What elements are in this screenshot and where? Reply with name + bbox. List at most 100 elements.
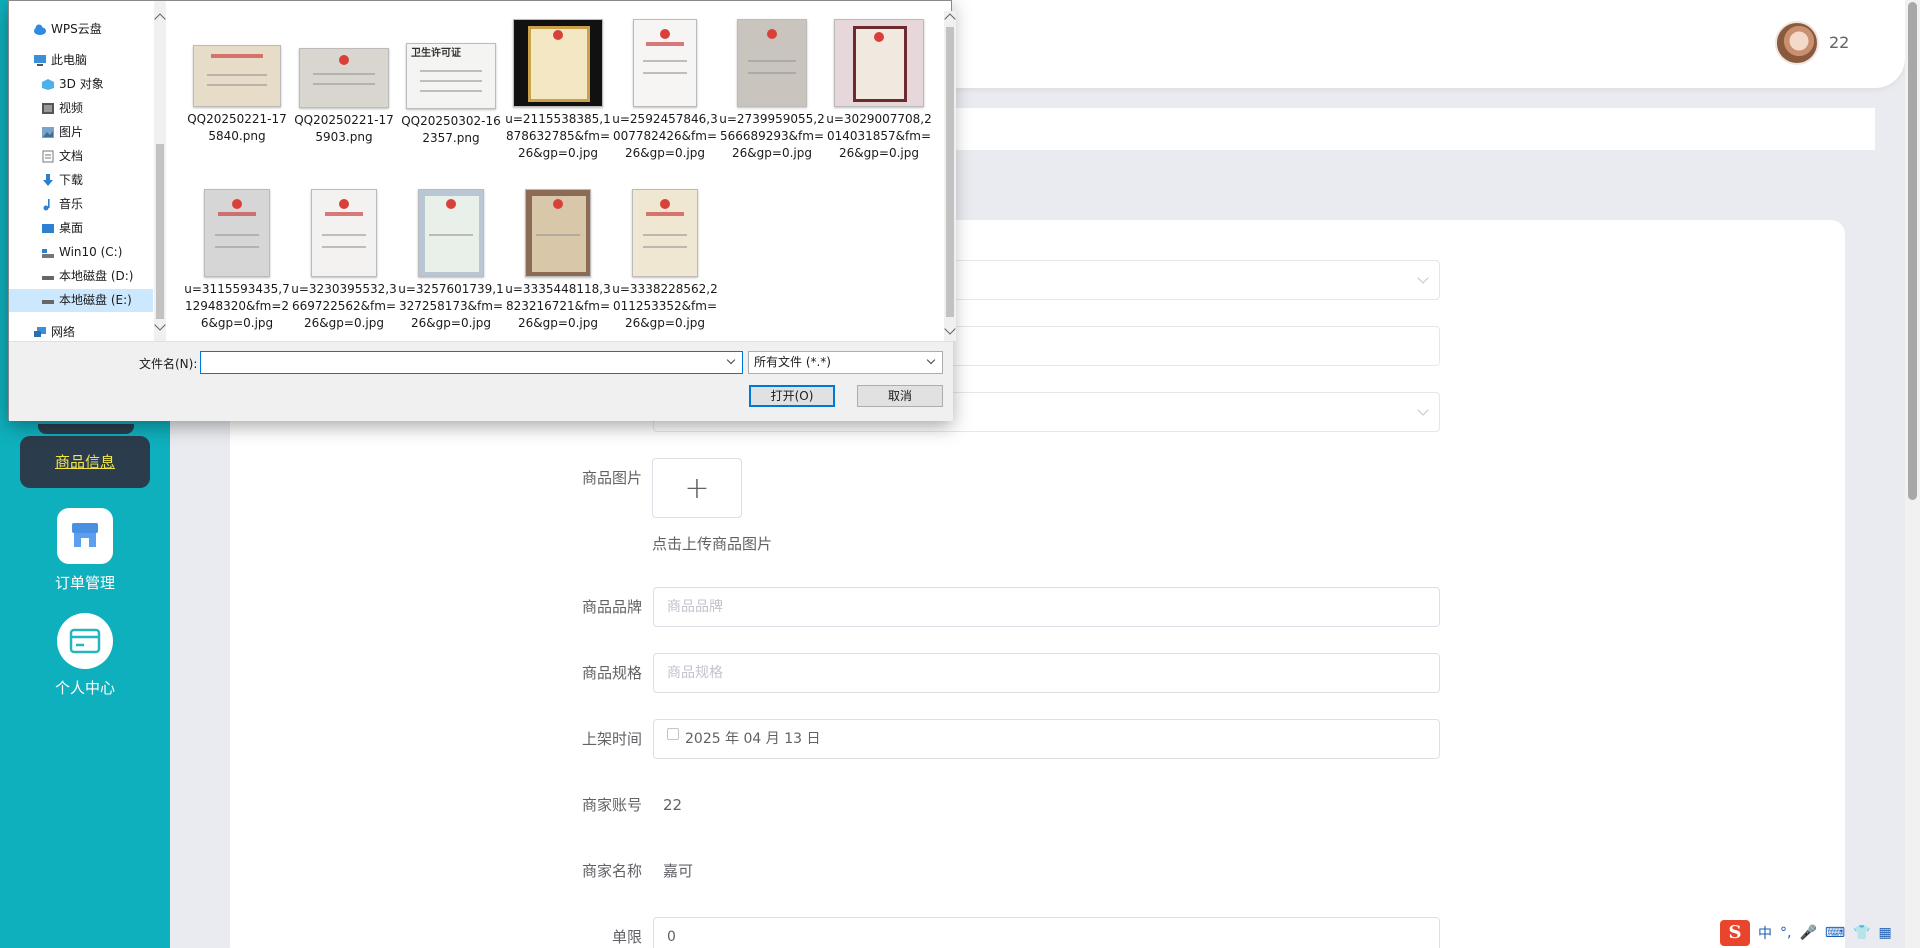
file-list: QQ20250221-175840.png QQ20250221-175903.… [174,13,939,339]
spec-label: 商品规格 [581,664,642,682]
file-name: u=2592457846,3007782426&fm=26&gp=0.jpg [612,112,718,160]
drive-icon [42,300,54,304]
file-name: u=2115538385,1878632785&fm=26&gp=0.jpg [505,112,611,160]
sidebar-item-previous[interactable] [38,424,134,434]
file-name: u=3115593435,712948320&fm=26&gp=0.jpg [184,282,290,330]
file-item[interactable]: u=3230395532,3669722562&fm=26&gp=0.jpg [291,189,397,332]
card-icon [57,613,113,669]
file-item[interactable]: u=2739959055,2566689293&fm=26&gp=0.jpg [719,19,825,162]
limit-row: 单限 0 [560,917,1440,948]
merchant-row: 商家名称 嘉可 [560,851,1440,891]
nav-item-this-pc[interactable]: 此电脑 [9,49,153,72]
scroll-up-icon[interactable] [154,13,166,25]
nav-item-drive-d[interactable]: 本地磁盘 (D:) [9,265,153,288]
filename-input[interactable] [200,351,743,374]
toolbox-icon[interactable]: ▦ [1879,925,1892,941]
brand-input[interactable]: 商品品牌 [653,587,1440,627]
sidebar-item-orders[interactable]: 订单管理 [0,508,170,593]
scroll-down-icon[interactable] [154,319,166,331]
microphone-icon[interactable]: 🎤 [1799,925,1816,941]
document-icon [42,150,54,163]
ime-logo-icon[interactable]: S [1720,920,1750,946]
cube-icon [42,79,54,90]
cancel-button[interactable]: 取消 [857,385,943,407]
file-thumbnail: 卫生许可证 [406,43,496,109]
file-name: u=3335448118,3823216721&fm=26&gp=0.jpg [505,282,611,330]
punctuation-icon[interactable]: °, [1780,925,1791,941]
drive-icon [42,249,54,258]
file-open-dialog: WPS云盘 此电脑 3D 对象 视频 图片 文档 下载 音乐 桌面 Win10 … [8,0,956,421]
file-name: u=3029007708,2014031857&fm=26&gp=0.jpg [826,112,932,160]
desktop-icon [42,224,54,233]
nav-item-drive-c[interactable]: Win10 (C:) [9,241,153,264]
filetype-select[interactable]: 所有文件 (*.*) [748,351,943,374]
chevron-down-icon [1417,272,1429,284]
file-list-scrollbar-thumb[interactable] [946,27,954,317]
file-name: u=3338228562,2011253352&fm=26&gp=0.jpg [612,282,718,330]
file-list-scrollbar[interactable] [944,11,956,341]
file-name: u=3257601739,1327258173&fm=26&gp=0.jpg [398,282,504,330]
nav-item-documents[interactable]: 文档 [9,145,153,168]
brand-row: 商品品牌 商品品牌 [560,587,1440,627]
file-thumbnail [525,189,591,277]
keyboard-icon[interactable]: ⌨ [1825,925,1845,941]
chevron-down-icon[interactable] [726,355,736,365]
file-item[interactable]: u=3257601739,1327258173&fm=26&gp=0.jpg [398,189,504,332]
file-name: QQ20250302-162357.png [401,114,501,145]
spec-input[interactable]: 商品规格 [653,653,1440,693]
nav-scrollbar-thumb[interactable] [156,144,164,319]
nav-item-desktop[interactable]: 桌面 [9,217,153,240]
file-item[interactable]: u=2115538385,1878632785&fm=26&gp=0.jpg [505,19,611,162]
ime-mode[interactable]: 中 [1758,923,1772,943]
nav-item-videos[interactable]: 视频 [9,97,153,120]
image-upload-button[interactable]: + [652,458,742,518]
file-thumbnail [193,45,281,107]
network-icon [34,327,46,337]
file-thumbnail [633,19,697,107]
file-item[interactable]: QQ20250221-175903.png [291,48,397,146]
limit-input[interactable]: 0 [653,917,1440,948]
nav-item-wps-cloud[interactable]: WPS云盘 [9,18,153,41]
file-item[interactable]: u=3335448118,3823216721&fm=26&gp=0.jpg [505,189,611,332]
limit-label: 单限 [611,928,642,946]
store-icon [57,508,113,564]
file-item[interactable]: u=2592457846,3007782426&fm=26&gp=0.jpg [612,19,718,162]
picture-icon [42,127,54,138]
file-name: QQ20250221-175840.png [187,112,287,143]
nav-item-drive-e[interactable]: 本地磁盘 (E:) [9,289,153,312]
page-scrollbar-thumb[interactable] [1908,2,1917,500]
open-button[interactable]: 打开(O) [749,385,835,407]
nav-item-3d-objects[interactable]: 3D 对象 [9,73,153,96]
nav-item-downloads[interactable]: 下载 [9,169,153,192]
file-thumbnail [737,19,807,107]
brand-label: 商品品牌 [581,598,642,616]
nav-item-pictures[interactable]: 图片 [9,121,153,144]
date-picker[interactable]: 2025 年 04 月 13 日 [653,719,1440,759]
image-label: 商品图片 [581,469,642,487]
plus-icon: + [684,470,710,506]
scroll-up-icon[interactable] [944,13,956,25]
file-item[interactable]: u=3338228562,2011253352&fm=26&gp=0.jpg [612,189,718,332]
chevron-down-icon [1417,404,1429,416]
file-name: u=2739959055,2566689293&fm=26&gp=0.jpg [719,112,825,160]
avatar[interactable] [1775,21,1819,65]
skin-icon[interactable]: 👕 [1853,925,1870,941]
upload-hint: 点击上传商品图片 [652,535,773,553]
file-item[interactable]: 卫生许可证 QQ20250302-162357.png [398,43,504,147]
user-name[interactable]: 22 [1829,33,1849,52]
nav-item-music[interactable]: 音乐 [9,193,153,216]
cloud-icon [34,24,46,35]
file-item[interactable]: u=3029007708,2014031857&fm=26&gp=0.jpg [826,19,932,162]
sidebar-item-profile[interactable]: 个人中心 [0,613,170,698]
file-thumbnail [513,19,603,107]
scroll-down-icon[interactable] [944,323,956,335]
computer-icon [34,55,46,66]
system-tray: S 中 °, 🎤 ⌨ 👕 ▦ [1716,918,1920,948]
sidebar-item-product-info[interactable]: 商品信息 [20,436,150,488]
merchant-label: 商家名称 [581,862,642,880]
file-item[interactable]: u=3115593435,712948320&fm=26&gp=0.jpg [184,189,290,332]
music-icon [43,199,50,211]
account-label: 商家账号 [581,796,642,814]
nav-scrollbar[interactable] [154,1,166,341]
file-item[interactable]: QQ20250221-175840.png [184,45,290,145]
